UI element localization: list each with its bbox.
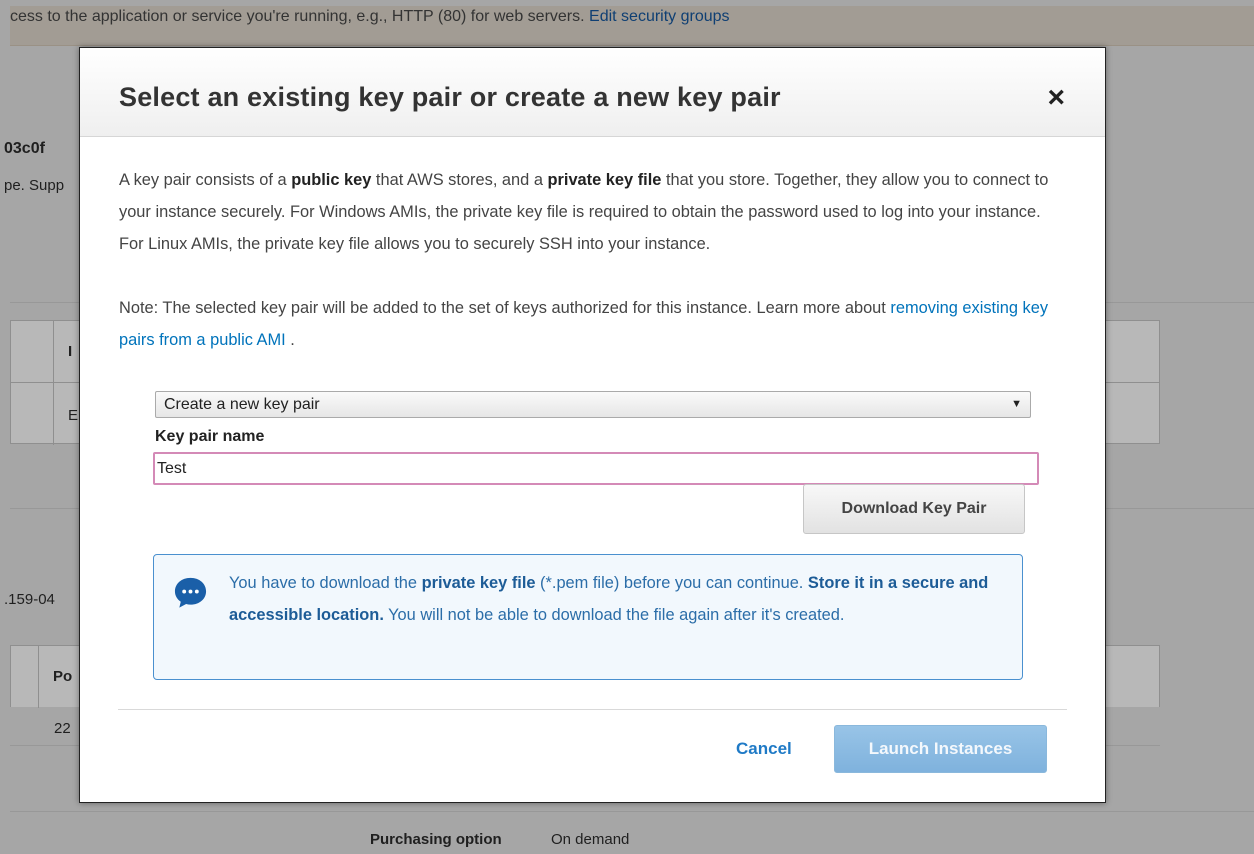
key-pair-explanation: A key pair consists of a public key that… [119,164,1067,260]
cancel-button[interactable]: Cancel [736,737,792,761]
ami-description-fragment: pe. Supp [4,177,65,194]
text-span: A key pair consists of a [119,171,292,189]
purchasing-option-label: Purchasing option [370,831,502,848]
edit-security-groups-link[interactable]: Edit security groups [589,8,730,25]
text-span: Note: The selected key pair will be adde… [119,299,891,317]
speech-bubble-icon [174,577,207,608]
key-pair-note: Note: The selected key pair will be adde… [119,292,1067,356]
launch-instances-button[interactable]: Launch Instances [834,725,1047,773]
text-span: . [285,331,295,349]
table-cell: 22 [54,720,71,737]
text-span: You will not be able to download the fil… [383,606,845,624]
footer-divider [118,709,1067,710]
dialog-body: A key pair consists of a public key that… [119,164,1067,356]
table-header-cell: I [68,343,73,360]
ami-id-fragment: 03c0f [4,140,45,157]
key-pair-dialog: Select an existing key pair or create a … [79,47,1106,803]
table-column-divider [53,321,54,445]
text-span: (*.pem file) before you can continue. [535,574,808,592]
dialog-title: Select an existing key pair or create a … [119,82,781,112]
table-cell: E [68,407,79,424]
dialog-header: Select an existing key pair or create a … [80,48,1105,137]
key-pair-name-input[interactable] [153,452,1039,485]
security-warning-bar: cess to the application or service you'r… [10,6,1254,46]
private-key-term: private key file [421,574,536,592]
key-pair-name-label: Key pair name [155,428,265,445]
table-header-cell: Po [53,668,73,685]
public-key-term: public key [291,171,372,189]
purchasing-option-value: On demand [551,831,630,848]
close-icon[interactable]: × [1047,83,1065,113]
text-span: that AWS stores, and a [371,171,548,189]
ip-fragment: .159-04 [4,591,55,608]
security-warning-text: cess to the application or service you'r… [10,8,585,25]
private-key-term: private key file [547,171,662,189]
select-value: Create a new key pair [164,396,320,413]
download-key-pair-button[interactable]: Download Key Pair [803,484,1025,534]
key-pair-option-select[interactable]: Create a new key pair ▼ [155,391,1031,418]
section-divider [10,811,1254,812]
download-info-text: You have to download the private key fil… [229,567,1010,631]
text-span: You have to download the [229,574,422,592]
dropdown-arrow-icon: ▼ [1011,398,1022,410]
download-info-box: You have to download the private key fil… [153,554,1023,680]
table-column-divider [38,646,39,708]
